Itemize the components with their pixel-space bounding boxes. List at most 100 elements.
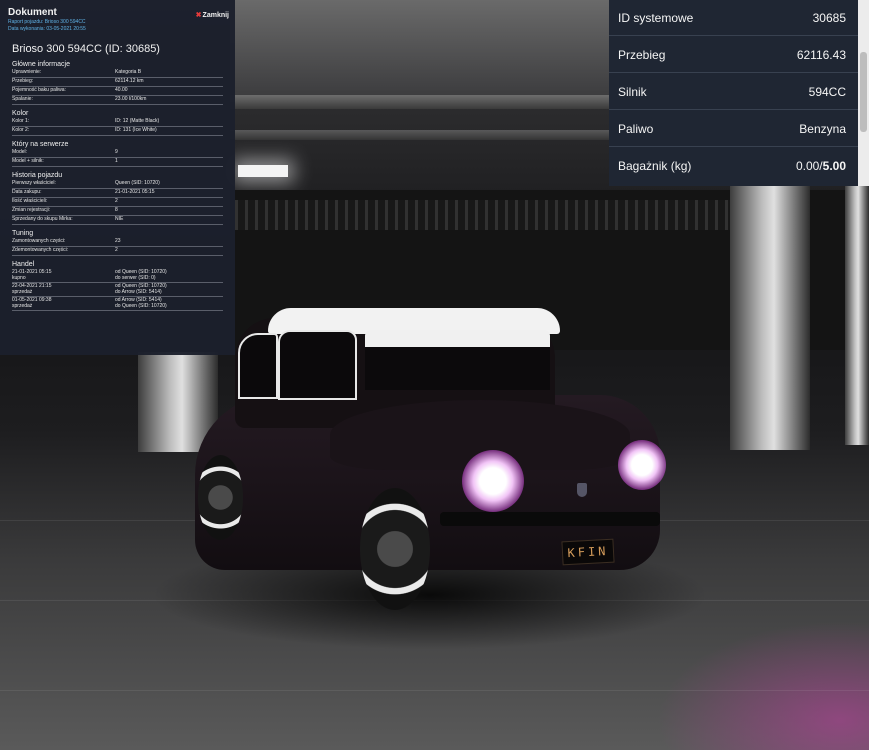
stat-row-fuel: Paliwo Benzyna: [609, 111, 858, 147]
doc-row: Model + silnik: 1: [12, 158, 223, 167]
stat-row-trunk: Bagażnik (kg) 0.00/5.00: [609, 148, 858, 184]
trade-to: do Arrow (SID: 5414): [115, 289, 162, 295]
car-headlight: [618, 440, 666, 490]
trade-parties: od Arrow (SID: 5414) do Queen (SID: 10720…: [115, 297, 223, 309]
stat-label: Silnik: [618, 84, 647, 99]
doc-row: Model: 9: [12, 149, 223, 158]
stat-value: 30685: [812, 10, 846, 25]
doc-row: Zamontowanych części: 23: [12, 238, 223, 247]
section-history: Historia pojazdu: [12, 172, 63, 179]
row-key: Uprawnienie:: [12, 69, 42, 75]
row-key: Model:: [12, 149, 28, 155]
date-line: Data wykonania: 03-05-2021 20:55: [8, 26, 86, 32]
trunk-max: 5.00: [822, 159, 846, 173]
section-trade: Handel: [12, 261, 35, 268]
trade-type: sprzedaż: [12, 289, 33, 295]
row-key: Model + silnik:: [12, 158, 44, 164]
row-value: 40.00: [115, 87, 128, 93]
doc-row: Kolor 2: ID: 131 (Ice White): [12, 127, 223, 136]
report-line: Raport pojazdu: Brioso 300 594CC: [8, 19, 86, 25]
stat-label: Przebieg: [618, 47, 666, 62]
row-value: 62114.12 km: [115, 78, 144, 84]
row-value: ID: 131 (Ice White): [115, 127, 157, 133]
car-side-window: [278, 330, 357, 400]
trade-row: 01-05-2021 09:38 sprzedaż od Arrow (SID: …: [12, 297, 223, 311]
close-button[interactable]: ✖Zamknij: [196, 11, 229, 19]
row-value: Kategoria B: [115, 69, 142, 75]
doc-row: Sprzedany do skupu Mirka: NIE: [12, 216, 223, 225]
stat-row-system-id: ID systemowe 30685: [609, 0, 858, 36]
garage-pillar: [845, 185, 869, 445]
close-label: Zamknij: [202, 12, 229, 19]
car-front-wheel: [360, 488, 430, 610]
doc-row: Ilość właścicieli: 2: [12, 198, 223, 207]
car-headlight: [462, 450, 524, 512]
row-value: 8: [115, 207, 118, 213]
row-key: Kolor 1:: [12, 118, 30, 124]
doc-row: Zdemontowanych części: 2: [12, 247, 223, 256]
section-server: Który na serwerze: [12, 141, 69, 148]
row-key: Przebieg:: [12, 78, 34, 84]
trade-parties: od Queen (SID: 10720) do serwer (SID: 0): [115, 269, 223, 281]
section-tuning: Tuning: [12, 230, 34, 237]
row-value: 23.00 l/100km: [115, 96, 147, 102]
stat-value: 62116.43: [796, 47, 846, 62]
row-value: 21-01-2021 05:15: [115, 189, 155, 195]
section-color: Kolor: [12, 110, 29, 117]
trade-date-type: 01-05-2021 09:38 sprzedaż: [12, 297, 115, 309]
close-icon: ✖: [195, 12, 202, 19]
vehicle-document-panel: Dokument Raport pojazdu: Brioso 300 594C…: [0, 0, 235, 355]
doc-row: Spalanie: 23.00 l/100km: [12, 96, 223, 105]
vehicle-stats-panel: ID systemowe 30685 Przebieg 62116.43 Sil…: [609, 0, 858, 186]
trade-type: kupno: [12, 275, 26, 281]
row-key: Ilość właścicieli:: [12, 198, 48, 204]
stat-label: ID systemowe: [618, 10, 694, 25]
stats-scrollbar-thumb[interactable]: [860, 52, 867, 132]
trade-row: 22-04-2021 21:15 sprzedaż od Queen (SID: …: [12, 283, 223, 297]
ceiling-light: [238, 165, 288, 177]
doc-row: Przebieg: 62114.12 km: [12, 78, 223, 87]
doc-row: Pierwszy właściciel: Queen (SID: 10720): [12, 180, 223, 189]
trade-type: sprzedaż: [12, 303, 33, 309]
car-emblem: [577, 483, 587, 497]
stat-label: Bagażnik (kg): [618, 159, 692, 173]
row-key: Zmian rejestracji:: [12, 207, 51, 213]
row-value: ID: 12 (Matte Black): [115, 118, 160, 124]
trade-to: do serwer (SID: 0): [115, 275, 156, 281]
row-key: Spalanie:: [12, 96, 33, 102]
row-value: 9: [115, 149, 118, 155]
doc-row: Pojemność baku paliwa: 40.00: [12, 87, 223, 96]
stat-label: Paliwo: [618, 121, 654, 136]
stat-row-engine: Silnik 594CC: [609, 74, 858, 110]
row-value: 2: [115, 198, 118, 204]
stat-value: 0.00/5.00: [796, 159, 846, 173]
trade-date-type: 21-01-2021 05:15 kupno: [12, 269, 115, 281]
row-value: Queen (SID: 10720): [115, 180, 160, 186]
floor-tile-line: [0, 690, 869, 691]
row-value: 23: [115, 238, 121, 244]
car-rear-window: [238, 333, 278, 399]
trade-date-type: 22-04-2021 21:15 sprzedaż: [12, 283, 115, 295]
row-value: 2: [115, 247, 118, 253]
trade-parties: od Queen (SID: 10720) do Arrow (SID: 5414…: [115, 283, 223, 295]
row-value: NIE: [115, 216, 124, 222]
document-header: Dokument Raport pojazdu: Brioso 300 594C…: [0, 0, 235, 38]
garage-rail: [235, 200, 795, 230]
car-rear-wheel: [198, 455, 243, 540]
license-plate: KFIN: [561, 538, 615, 566]
car-windshield: [365, 330, 550, 390]
stat-value: 594CC: [808, 84, 846, 99]
row-key: Data zakupu:: [12, 189, 42, 195]
doc-row: Zmian rejestracji: 8: [12, 207, 223, 216]
trade-to: do Queen (SID: 10720): [115, 303, 167, 309]
row-key: Sprzedany do skupu Mirka:: [12, 216, 73, 222]
trade-row: 21-01-2021 05:15 kupno od Queen (SID: 107…: [12, 269, 223, 283]
trunk-current: 0.00/: [795, 159, 823, 173]
row-value: 1: [115, 158, 118, 164]
row-key: Zamontowanych części:: [12, 238, 66, 244]
row-key: Pierwszy właściciel:: [12, 180, 56, 186]
row-key: Kolor 2:: [12, 127, 30, 133]
row-key: Pojemność baku paliwa:: [12, 87, 66, 93]
doc-row: Uprawnienie: Kategoria B: [12, 69, 223, 78]
vehicle-heading: Brioso 300 594CC (ID: 30685): [12, 43, 160, 55]
